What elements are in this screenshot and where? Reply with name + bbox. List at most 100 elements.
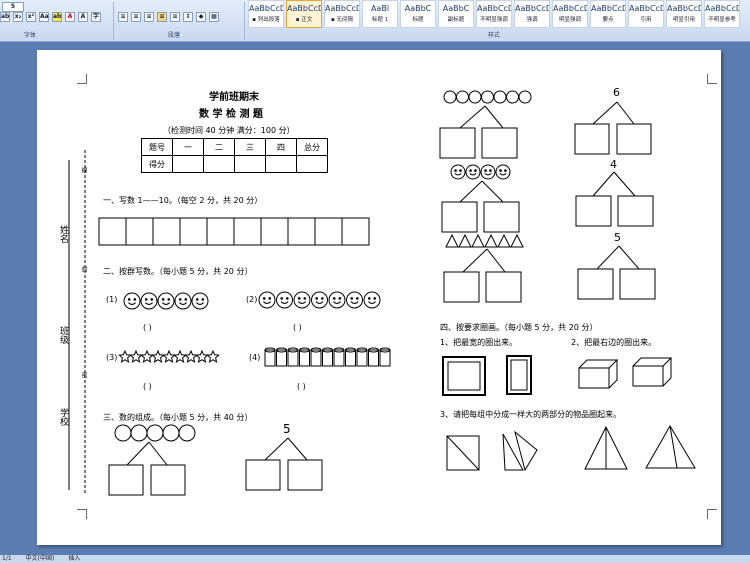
branch-line <box>613 171 636 197</box>
branch-line <box>592 171 615 197</box>
cube-top <box>578 359 619 369</box>
smiley-icon <box>480 164 496 180</box>
branch-line <box>462 248 488 273</box>
triangle-icon <box>458 233 472 248</box>
star-icon <box>195 349 209 363</box>
status-mode[interactable]: 插入 <box>68 555 80 563</box>
style-name: 明显引用 <box>672 17 695 23</box>
line-spacing-icon[interactable]: ↕ <box>183 12 193 22</box>
smiley-mouth <box>162 302 170 305</box>
superscript-icon[interactable]: x² <box>26 12 36 22</box>
align-right-icon[interactable]: ≡ <box>144 12 154 22</box>
style-tile[interactable]: AaBbCcDd 明显引用 <box>666 0 702 28</box>
document-page: 姓名 班级 学校 線 封 密 学前班期末 数 学 检 测 题 （检测时间 40 … <box>37 50 721 545</box>
smiley-eye <box>303 297 307 300</box>
writing-box <box>152 217 181 246</box>
font-row-2: ab x₂ x² Aa ab A A 字 <box>0 10 101 24</box>
cube-top <box>632 357 673 367</box>
style-tile[interactable]: AaBbC 标题 <box>400 0 436 28</box>
smiley-eye <box>178 298 182 301</box>
count-circle <box>443 90 457 104</box>
smiley-eye <box>367 297 371 300</box>
status-language[interactable]: 中文(中国) <box>26 555 55 563</box>
cube-icon <box>632 365 664 387</box>
answer-box <box>577 268 614 300</box>
smiley-eye <box>338 297 342 300</box>
count-circle <box>456 90 469 104</box>
frame-inner <box>510 359 528 391</box>
style-preview: AaBbCcDd <box>249 4 283 13</box>
smiley-eye <box>280 297 283 300</box>
style-tile[interactable]: AaBbCcDd 引用 <box>628 0 664 28</box>
branch-line <box>287 437 308 461</box>
border-icon[interactable]: ▦ <box>209 12 219 22</box>
shading-icon[interactable]: ◆ <box>196 12 206 22</box>
style-tile[interactable]: AaBbCcDd ▪ 正文 <box>286 0 322 28</box>
smiley-eye <box>195 298 199 301</box>
branch-line <box>618 245 640 270</box>
smiley-mouth <box>315 301 324 304</box>
smiley-icon <box>157 292 175 310</box>
style-tile[interactable]: AaBbCcDd 要点 <box>590 0 626 28</box>
justify-icon[interactable]: ≡ <box>157 12 167 22</box>
smiley-eye <box>286 297 289 300</box>
writing-box <box>314 217 343 246</box>
style-name: 副标题 <box>447 17 465 23</box>
frame-wide <box>442 356 486 396</box>
smiley-eye <box>262 297 266 300</box>
status-page[interactable]: 1/1 <box>2 555 12 563</box>
char-border-icon[interactable]: A <box>78 12 88 22</box>
style-tile[interactable]: AaBbCcDd 强调 <box>514 0 550 28</box>
star-icon <box>184 349 198 363</box>
style-name: 标题 1 <box>371 17 389 23</box>
distribute-icon[interactable]: ≡ <box>170 12 180 22</box>
highlight-icon[interactable]: ab <box>52 12 62 22</box>
smiley-eye <box>504 169 507 172</box>
smiley-eye <box>469 169 472 172</box>
smiley-mouth <box>145 302 153 305</box>
smiley-eye <box>474 169 477 172</box>
smiley-mouth <box>128 302 136 305</box>
cube-icon <box>578 367 610 389</box>
style-preview: AaBbC <box>404 4 432 13</box>
star-icon <box>118 349 132 363</box>
smiley-icon <box>311 291 328 309</box>
style-tile[interactable]: AaBbCcDd 明显强调 <box>552 0 588 28</box>
font-color-icon[interactable]: A <box>65 12 75 22</box>
writing-box <box>260 217 289 246</box>
smiley-eye <box>454 169 457 172</box>
smiley-eye <box>297 297 301 300</box>
style-tile[interactable]: AaBbCcDd ▪ 列出段落 <box>248 0 284 28</box>
enclose-char-icon[interactable]: 字 <box>91 12 101 22</box>
smiley-icon <box>258 291 276 309</box>
style-name: ▪ 无间隔 <box>331 17 353 23</box>
answer-box <box>574 123 610 155</box>
count-circle <box>481 90 494 104</box>
style-preview: AaBbC <box>442 4 470 13</box>
style-tile[interactable]: AaBbCcDd 不明显参考 <box>704 0 740 28</box>
writing-box <box>341 217 370 246</box>
star-icon <box>206 349 220 363</box>
smiley-icon <box>495 164 511 180</box>
count-circle <box>518 90 532 104</box>
subscript-icon[interactable]: x₂ <box>13 12 23 22</box>
style-preview: AaBbCcDd <box>591 4 625 13</box>
style-tile[interactable]: AaBbCcDd 不明显强调 <box>476 0 512 28</box>
style-tile[interactable]: AaBbCcDd ▪ 无间隔 <box>324 0 360 28</box>
count-circle <box>146 424 164 442</box>
style-name: 引用 <box>640 17 652 23</box>
answer-box <box>616 123 652 155</box>
smiley-eye <box>356 297 359 300</box>
clear-format-icon[interactable]: Aa <box>39 12 49 22</box>
align-left-icon[interactable]: ≡ <box>118 12 128 22</box>
count-circle <box>178 424 196 442</box>
answer-box <box>108 464 144 496</box>
smiley-eye <box>161 298 165 301</box>
style-tile[interactable]: AaBbC 副标题 <box>438 0 474 28</box>
branch-line <box>616 101 635 125</box>
style-tile[interactable]: AaBl 标题 1 <box>362 0 398 28</box>
align-center-icon[interactable]: ≡ <box>131 12 141 22</box>
style-preview: AaBbCcDd <box>477 4 511 13</box>
count-circle <box>493 90 507 104</box>
strikethrough-icon[interactable]: ab <box>0 12 10 22</box>
